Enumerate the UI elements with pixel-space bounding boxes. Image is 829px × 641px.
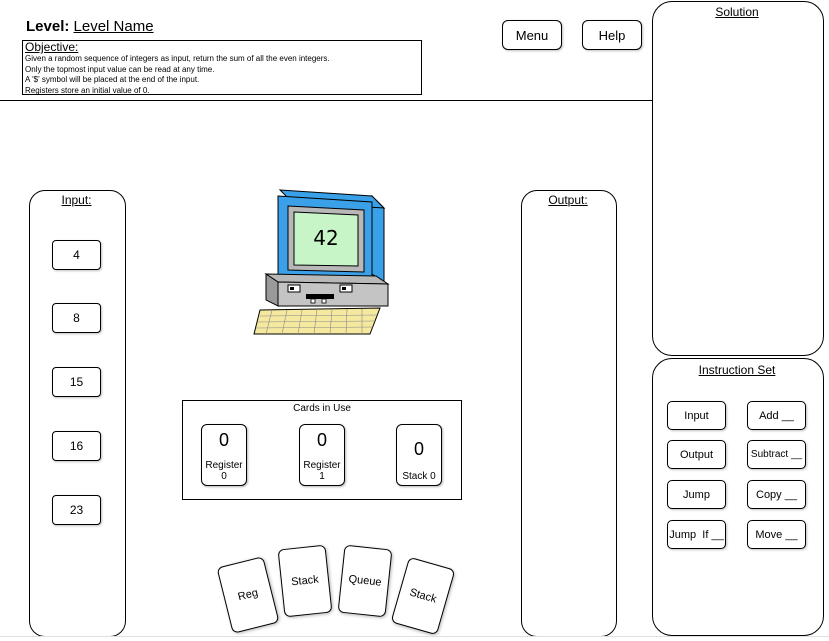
register-card-label: Register (205, 460, 243, 471)
cards-in-use-title: Cards in Use (293, 403, 351, 414)
input-value[interactable]: 4 (52, 240, 101, 270)
instruction-input[interactable]: Input (667, 401, 726, 430)
output-panel (521, 190, 617, 637)
menu-button[interactable]: Menu (502, 20, 562, 50)
deck-card-stack[interactable]: Stack (390, 556, 456, 636)
instruction-output[interactable]: Output (667, 440, 726, 469)
register-card[interactable]: 0 Register 1 (299, 424, 345, 486)
objective-line: Only the topmost input value can be read… (25, 64, 215, 74)
objective-box: Objective: Given a random sequence of in… (22, 40, 422, 95)
input-panel-title: Input: (61, 193, 92, 207)
deck-card-reg[interactable]: Reg (216, 556, 280, 634)
instruction-copy[interactable]: Copy __ (747, 480, 806, 509)
instruction-add[interactable]: Add __ (747, 401, 806, 430)
objective-line: Registers store an initial value of 0. (25, 85, 150, 95)
stack-card[interactable]: 0 Stack 0 (396, 424, 442, 486)
stack-card-label: Stack 0 (402, 471, 436, 482)
register-card-index: 0 (221, 471, 227, 482)
register-card[interactable]: 0 Register 0 (201, 424, 247, 486)
instruction-jump[interactable]: Jump (667, 480, 726, 509)
solution-panel-title: Solution (715, 5, 759, 19)
register-card-value: 0 (316, 430, 327, 450)
instruction-set-title: Instruction Set (698, 363, 776, 377)
instruction-move[interactable]: Move __ (747, 520, 806, 549)
header-divider (0, 100, 652, 101)
objective-title: Objective: (25, 40, 79, 54)
deck-card-queue[interactable]: Queue (337, 544, 393, 618)
stack-card-value: 0 (413, 439, 424, 459)
computer-icon (253, 189, 390, 335)
instruction-jump-if[interactable]: Jump If __ (667, 520, 726, 549)
objective-line: A '$' symbol will be placed at the end o… (25, 75, 200, 84)
deck-card-stack[interactable]: Stack (277, 544, 333, 618)
objective-line: Given a random sequence of integers as i… (25, 54, 330, 63)
register-card-index: 1 (319, 471, 325, 482)
output-panel-title: Output: (548, 193, 588, 207)
input-value[interactable]: 23 (52, 495, 101, 525)
level-label: Level: (26, 18, 70, 35)
input-value[interactable]: 8 (52, 303, 101, 333)
help-button[interactable]: Help (582, 20, 642, 50)
page-bottom-border (0, 636, 829, 637)
register-card-value: 0 (218, 430, 229, 450)
register-card-label: Register (303, 460, 341, 471)
solution-panel[interactable] (652, 1, 824, 356)
level-heading: Level: Level Name (26, 18, 154, 35)
computer-illustration: 42 (252, 188, 394, 338)
computer-screen-value: 42 (313, 226, 339, 250)
instruction-subtract[interactable]: Subtract __ (747, 440, 806, 469)
input-value[interactable]: 16 (52, 431, 101, 461)
input-value[interactable]: 15 (52, 367, 101, 397)
level-name[interactable]: Level Name (74, 18, 154, 35)
